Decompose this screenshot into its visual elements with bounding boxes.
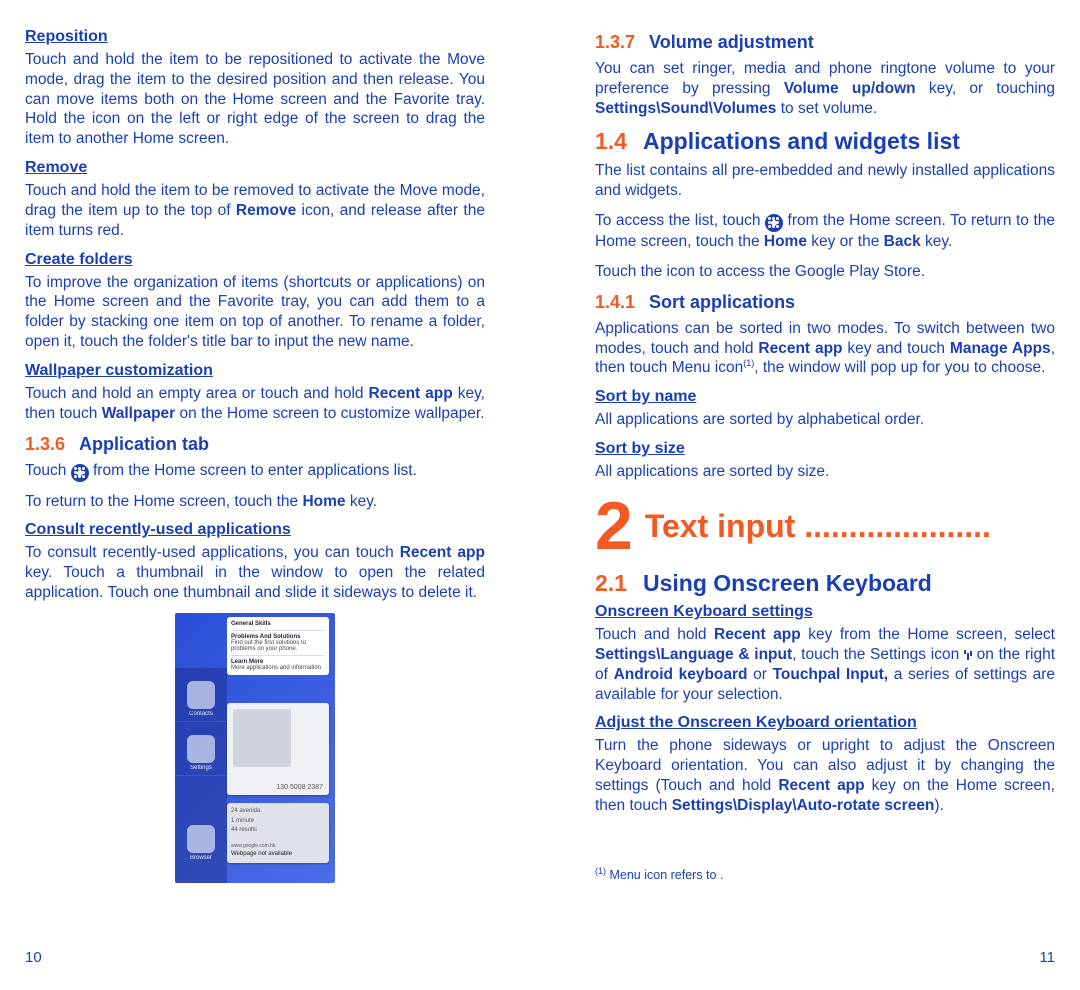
chapter-num: 2 [595, 492, 633, 560]
body-wallpaper: Touch and hold an empty area or touch an… [25, 384, 485, 424]
heading-1-4: 1.4 Applications and widgets list [595, 128, 1055, 155]
page-left: Reposition Touch and hold the item to be… [0, 0, 540, 990]
section-wallpaper: Wallpaper customization Touch and hold a… [25, 362, 485, 424]
heading-num: 1.3.6 [25, 434, 65, 455]
body-sort: Applications can be sorted in two modes.… [595, 319, 1055, 379]
settings-sliders-icon [964, 650, 972, 660]
footnote: (1) Menu icon refers to . [595, 866, 1055, 882]
subheader-wallpaper: Wallpaper customization [25, 362, 485, 380]
heading-2-1: 2.1 Using Onscreen Keyboard [595, 570, 1055, 597]
heading-title: Volume adjustment [649, 32, 814, 53]
ss-phone: 130 5008 2387 [276, 784, 323, 791]
heading-title: Application tab [79, 434, 209, 455]
ss-item-settings: Settings [175, 721, 227, 775]
heading-1-4-1: 1.4.1 Sort applications [595, 292, 1055, 313]
settings-icon [187, 735, 215, 763]
page-number-left: 10 [25, 949, 42, 966]
chapter-title: Text input ..................... [645, 508, 1055, 545]
body-apptab-return: To return to the Home screen, touch the … [25, 492, 485, 512]
heading-title: Applications and widgets list [643, 128, 960, 155]
section-consult: Consult recently-used applications To co… [25, 521, 485, 602]
heading-num: 1.4.1 [595, 292, 635, 313]
ss-item-contacts: Contacts [175, 667, 227, 721]
body-playstore: Touch the icon to access the Google Play… [595, 262, 1055, 282]
ss-sidebar: Contacts Settings Browser [175, 667, 227, 883]
subheader-sort-by-size: Sort by size [595, 440, 1055, 458]
apps-grid-icon [71, 464, 89, 482]
heading-num: 1.4 [595, 128, 627, 155]
body-access-list: To access the list, touch from the Home … [595, 211, 1055, 252]
heading-1-3-7: 1.3.7 Volume adjustment [595, 32, 1055, 53]
ss-not-available: Webpage not available [231, 850, 325, 860]
heading-title: Sort applications [649, 292, 795, 313]
heading-title: Using Onscreen Keyboard [643, 570, 932, 597]
subheader-adjust-orientation: Adjust the Onscreen Keyboard orientation [595, 714, 1055, 732]
page-right: 1.3.7 Volume adjustment You can set ring… [540, 0, 1080, 990]
contacts-icon [187, 681, 215, 709]
avatar-icon [233, 709, 291, 767]
subheader-create-folders: Create folders [25, 251, 485, 269]
page-number-right: 11 [1039, 949, 1055, 966]
body-sort-by-size: All applications are sorted by size. [595, 462, 1055, 482]
body-sort-by-name: All applications are sorted by alphabeti… [595, 410, 1055, 430]
section-remove: Remove Touch and hold the item to be rem… [25, 159, 485, 240]
phone-screenshot: General Skills Problems And Solutions Fi… [175, 613, 335, 883]
body-consult: To consult recently-used applications, y… [25, 543, 485, 602]
body-apptab-touch: Touch from the Home screen to enter appl… [25, 461, 485, 482]
body-create-folders: To improve the organization of items (sh… [25, 273, 485, 352]
heading-1-3-6: 1.3.6 Application tab [25, 434, 485, 455]
chapter-2-heading: 2 Text input ..................... [595, 492, 1055, 560]
browser-icon [187, 825, 215, 853]
ss-address-card: 24 avenida 1 minute 44 results www.googl… [227, 803, 329, 863]
body-apps-list: The list contains all pre-embedded and n… [595, 161, 1055, 201]
heading-num: 2.1 [595, 570, 627, 597]
body-remove: Touch and hold the item to be removed to… [25, 181, 485, 240]
subheader-reposition: Reposition [25, 28, 485, 46]
section-reposition: Reposition Touch and hold the item to be… [25, 28, 485, 149]
ss-contact-card: 130 5008 2387 [227, 703, 329, 795]
subheader-sort-by-name: Sort by name [595, 388, 1055, 406]
heading-num: 1.3.7 [595, 32, 635, 53]
section-create-folders: Create folders To improve the organizati… [25, 251, 485, 352]
body-onscreen-kbd: Touch and hold Recent app key from the H… [595, 625, 1055, 704]
subheader-remove: Remove [25, 159, 485, 177]
ss-panel-top: General Skills Problems And Solutions Fi… [227, 617, 329, 675]
subheader-onscreen-kbd: Onscreen Keyboard settings [595, 603, 1055, 621]
apps-grid-icon [765, 214, 783, 232]
ss-item-browser: Browser [175, 775, 227, 865]
body-volume: You can set ringer, media and phone ring… [595, 59, 1055, 118]
subheader-consult: Consult recently-used applications [25, 521, 485, 539]
body-adjust-orientation: Turn the phone sideways or upright to ad… [595, 736, 1055, 815]
body-reposition: Touch and hold the item to be reposition… [25, 50, 485, 149]
